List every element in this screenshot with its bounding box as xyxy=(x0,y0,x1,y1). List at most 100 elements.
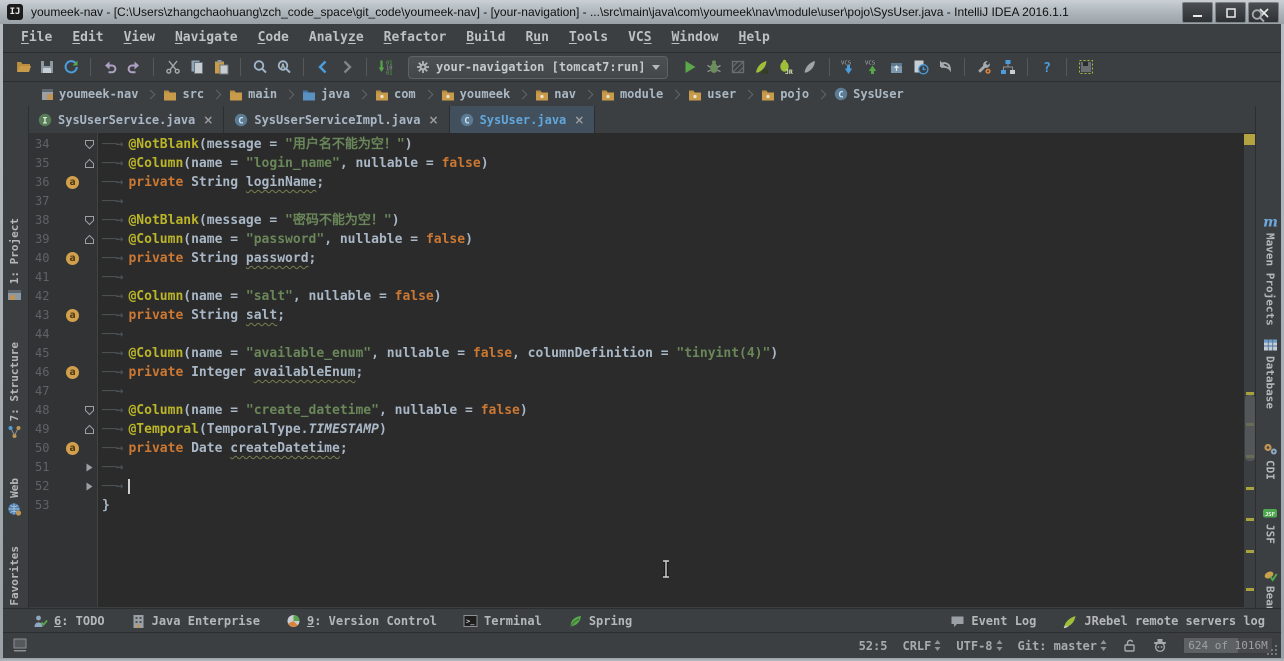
attribute-gutter-icon[interactable]: a xyxy=(66,442,79,455)
run-configuration-selector[interactable]: your-navigation [tomcat7:run] xyxy=(408,56,668,79)
history-icon[interactable] xyxy=(909,55,933,79)
breadcrumb-item-java[interactable]: java xyxy=(300,87,352,101)
menu-file[interactable]: File xyxy=(11,24,62,52)
vcs-commit-icon[interactable]: VCS xyxy=(861,55,885,79)
scrollbar-thumb[interactable] xyxy=(1245,395,1255,461)
find-icon[interactable] xyxy=(248,55,272,79)
code-line-42[interactable]: 42──→@Column(name = "salt", nullable = f… xyxy=(28,287,1244,306)
back-icon[interactable] xyxy=(311,55,335,79)
menu-refactor[interactable]: Refactor xyxy=(374,24,457,52)
memory-indicator[interactable]: 624 of 1016M xyxy=(1183,637,1273,654)
close-icon[interactable]: × xyxy=(203,113,213,127)
rollback-icon[interactable] xyxy=(933,55,957,79)
jrebel-run-icon[interactable]: JR xyxy=(750,55,774,79)
synchronize-icon[interactable] xyxy=(59,55,83,79)
deploy-icon[interactable] xyxy=(798,55,822,79)
tool-window-button-maven-projects[interactable]: mMaven Projects xyxy=(1256,214,1284,326)
breadcrumb-item-pojo[interactable]: pojo xyxy=(759,87,811,101)
fold-marker-slot[interactable] xyxy=(82,463,97,472)
project-structure-icon[interactable] xyxy=(996,55,1020,79)
menu-code[interactable]: Code xyxy=(248,24,299,52)
tool-window-button-event-log[interactable]: Event Log xyxy=(950,614,1036,629)
compile-icon[interactable]: 011001 xyxy=(374,55,398,79)
fold-marker-slot[interactable] xyxy=(82,424,97,435)
menu-vcs[interactable]: VCS xyxy=(618,24,661,52)
encoding-selector[interactable]: UTF-8 xyxy=(956,639,1002,653)
breadcrumb-item-main[interactable]: main xyxy=(227,87,279,101)
editor-tab-SysUser.java[interactable]: CSysUser.java× xyxy=(450,106,596,133)
code-line-44[interactable]: 44──→ xyxy=(28,325,1244,344)
toolwindow-toggle-icon[interactable] xyxy=(13,638,28,653)
settings-icon[interactable] xyxy=(972,55,996,79)
close-icon[interactable]: × xyxy=(574,113,584,127)
menu-tools[interactable]: Tools xyxy=(559,24,618,52)
breadcrumb-item-nav[interactable]: nav xyxy=(533,87,578,101)
tool-window-button-database[interactable]: Database xyxy=(1256,338,1284,409)
jrebel-config-icon[interactable] xyxy=(1074,55,1098,79)
code-line-45[interactable]: 45──→@Column(name = "available_enum", nu… xyxy=(28,344,1244,363)
fold-marker-slot[interactable] xyxy=(82,158,97,169)
attribute-gutter-icon[interactable]: a xyxy=(66,252,79,265)
jrebel-debug-icon[interactable]: JR xyxy=(774,55,798,79)
menu-window[interactable]: Window xyxy=(662,24,729,52)
undo-icon[interactable] xyxy=(98,55,122,79)
coverage-icon[interactable] xyxy=(726,55,750,79)
menu-run[interactable]: Run xyxy=(515,24,558,52)
debug-icon[interactable] xyxy=(702,55,726,79)
attribute-gutter-icon[interactable]: a xyxy=(66,366,79,379)
inspection-status-indicator[interactable] xyxy=(1244,134,1255,145)
breadcrumb-item-com[interactable]: com xyxy=(373,87,418,101)
attribute-gutter-icon[interactable]: a xyxy=(66,176,79,189)
tool-window-button-9-version-control[interactable]: 9: Version Control xyxy=(286,614,437,628)
hector-inspections-icon[interactable] xyxy=(1152,638,1168,653)
resize-grip[interactable] xyxy=(1266,644,1278,656)
code-line-40[interactable]: 40a──→private String password; xyxy=(28,249,1244,268)
help-icon[interactable]: ? xyxy=(1035,55,1059,79)
warning-stripe-mark[interactable] xyxy=(1246,550,1254,553)
code-line-36[interactable]: 36a──→private String loginName; xyxy=(28,173,1244,192)
breadcrumb-item-module[interactable]: module xyxy=(599,87,665,101)
code-line-53[interactable]: 53} xyxy=(28,496,1244,515)
run-icon[interactable] xyxy=(678,55,702,79)
shelve-icon[interactable] xyxy=(885,55,909,79)
warning-stripe-mark[interactable] xyxy=(1246,588,1254,591)
code-line-46[interactable]: 46a──→private Integer availableEnum; xyxy=(28,363,1244,382)
tool-window-button-terminal[interactable]: >_Terminal xyxy=(463,614,542,628)
editor-tab-SysUserService.java[interactable]: ISysUserService.java× xyxy=(28,106,224,133)
search-everywhere-icon[interactable] xyxy=(1246,4,1270,28)
code-line-43[interactable]: 43a──→private String salt; xyxy=(28,306,1244,325)
warning-stripe-mark[interactable] xyxy=(1246,487,1254,490)
fold-marker-slot[interactable] xyxy=(82,139,97,150)
tool-window-button-1-project[interactable]: 1: Project xyxy=(0,218,28,302)
breadcrumb-item-sysuser[interactable]: CSysUser xyxy=(832,87,906,101)
tool-window-button-2-favorites[interactable]: 2: Favorites xyxy=(0,546,28,608)
copy-icon[interactable] xyxy=(185,55,209,79)
tool-window-button-6-todo[interactable]: 6: TODO xyxy=(33,614,105,628)
fold-marker-slot[interactable] xyxy=(82,482,97,491)
code-line-51[interactable]: 51──→ xyxy=(28,458,1244,477)
readonly-lock-icon[interactable] xyxy=(1122,638,1137,653)
breadcrumb-item-youmeek-nav[interactable]: youmeek-nav xyxy=(39,87,140,101)
menu-view[interactable]: View xyxy=(114,24,165,52)
vcs-update-icon[interactable]: VCS xyxy=(837,55,861,79)
forward-icon[interactable] xyxy=(335,55,359,79)
fold-marker-slot[interactable] xyxy=(82,215,97,226)
code-line-52[interactable]: 52──→ xyxy=(28,477,1244,496)
cut-icon[interactable] xyxy=(161,55,185,79)
attribute-gutter-icon[interactable]: a xyxy=(66,309,79,322)
save-all-icon[interactable] xyxy=(35,55,59,79)
close-icon[interactable]: × xyxy=(429,113,439,127)
menu-build[interactable]: Build xyxy=(456,24,515,52)
code-line-37[interactable]: 37──→ xyxy=(28,192,1244,211)
open-folder-icon[interactable] xyxy=(11,55,35,79)
code-line-49[interactable]: 49──→@Temporal(TemporalType.TIMESTAMP) xyxy=(28,420,1244,439)
code-line-35[interactable]: 35──→@Column(name = "login_name", nullab… xyxy=(28,154,1244,173)
tool-window-button-jsf[interactable]: JSFJSF xyxy=(1256,506,1284,544)
code-line-38[interactable]: 38──→@NotBlank(message = "密码不能为空！") xyxy=(28,211,1244,230)
menu-navigate[interactable]: Navigate xyxy=(165,24,248,52)
maximize-button[interactable] xyxy=(1215,2,1246,23)
line-ending-selector[interactable]: CRLF xyxy=(902,639,941,653)
editor-tab-SysUserServiceImpl.java[interactable]: CSysUserServiceImpl.java× xyxy=(224,106,449,133)
code-line-34[interactable]: 34──→@NotBlank(message = "用户名不能为空！") xyxy=(28,135,1244,154)
tool-window-button-jrebel-remote-servers-log[interactable]: JRebel remote servers log xyxy=(1062,614,1265,629)
